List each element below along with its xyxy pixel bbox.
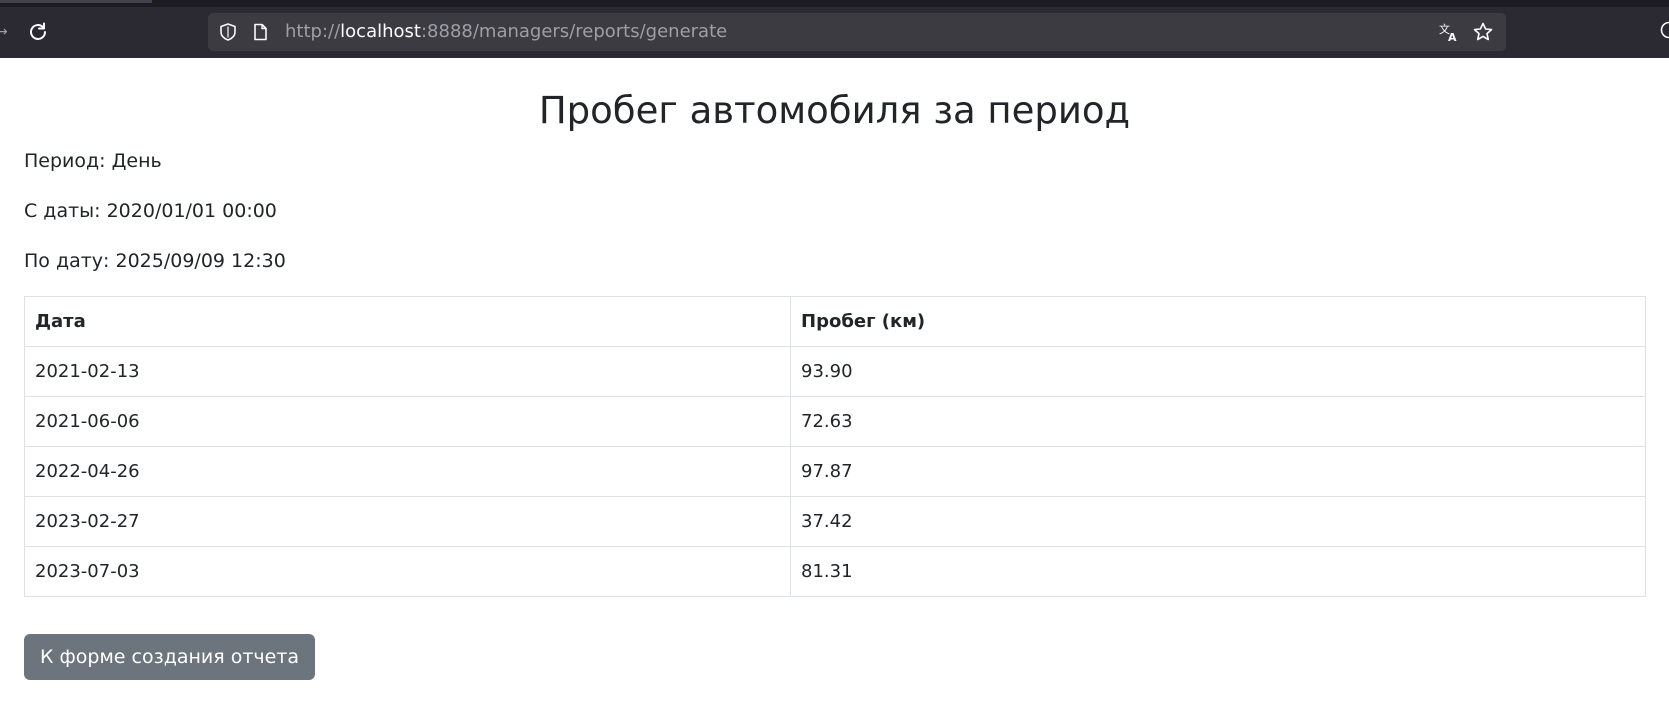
cell-mileage: 97.87 [790, 446, 1646, 497]
url-protocol: http:// [285, 21, 341, 42]
column-header-mileage: Пробег (км) [790, 296, 1646, 347]
browser-toolbar: → http://localhost:8888/managers/reports… [0, 0, 1669, 58]
table-row: 2021-06-06 72.63 [24, 396, 1646, 447]
url-text[interactable]: http://localhost:8888/managers/reports/g… [285, 13, 727, 51]
cell-mileage: 37.42 [790, 496, 1646, 547]
cell-date: 2021-06-06 [24, 396, 791, 447]
table-row: 2021-02-13 93.90 [24, 346, 1646, 397]
cell-mileage: 72.63 [790, 396, 1646, 447]
svg-text:A: A [1448, 31, 1457, 43]
shield-icon[interactable] [218, 22, 238, 42]
page-title: Пробег автомобиля за период [538, 89, 1131, 132]
tab-strip [0, 0, 1669, 7]
cell-mileage: 93.90 [790, 346, 1646, 397]
back-to-form-button[interactable]: К форме создания отчета [24, 634, 316, 680]
report-from-date: С даты: 2020/01/01 00:00 [24, 200, 277, 222]
active-tab-edge[interactable] [0, 0, 152, 3]
translate-icon[interactable]: 文 A [1438, 21, 1460, 43]
cell-date: 2021-02-13 [24, 346, 791, 397]
url-host: localhost [340, 21, 421, 42]
account-icon[interactable] [1659, 20, 1669, 40]
report-to-date: По дату: 2025/09/09 12:30 [24, 250, 286, 272]
url-path: :8888/managers/reports/generate [420, 21, 728, 42]
table-row: 2023-02-27 37.42 [24, 496, 1646, 547]
page-icon[interactable] [250, 22, 270, 42]
star-icon[interactable] [1472, 21, 1494, 43]
report-period: Период: День [24, 150, 162, 172]
address-bar[interactable]: http://localhost:8888/managers/reports/g… [208, 13, 1506, 51]
back-arrow-icon[interactable]: → [0, 24, 8, 40]
cell-date: 2023-02-27 [24, 496, 791, 547]
table-header-row: Дата Пробег (км) [24, 296, 1646, 347]
cell-date: 2023-07-03 [24, 546, 791, 597]
cell-mileage: 81.31 [790, 546, 1646, 597]
mileage-table: Дата Пробег (км) 2021-02-13 93.90 2021-0… [24, 296, 1646, 597]
reload-icon[interactable] [26, 20, 50, 44]
column-header-date: Дата [24, 296, 791, 347]
table-row: 2022-04-26 97.87 [24, 446, 1646, 497]
table-row: 2023-07-03 81.31 [24, 546, 1646, 597]
cell-date: 2022-04-26 [24, 446, 791, 497]
